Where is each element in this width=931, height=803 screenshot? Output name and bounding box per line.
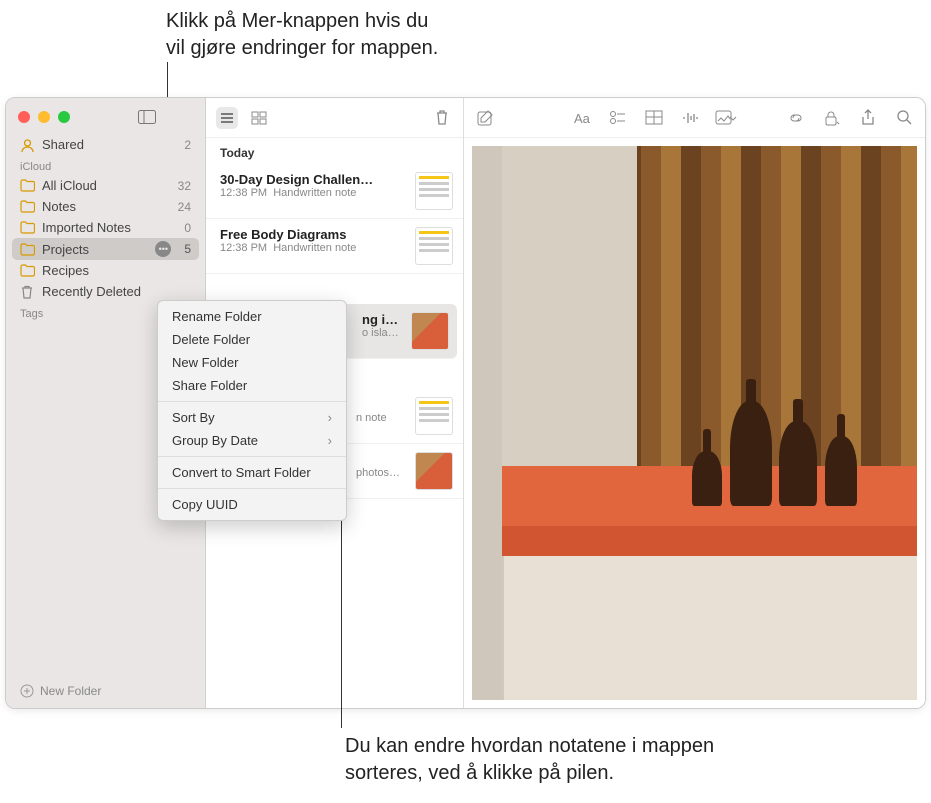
menu-separator [158,488,346,489]
search-button[interactable] [893,107,915,129]
note-content-pane: Aa [464,98,925,708]
sidebar-item-count: 32 [178,179,191,193]
lock-button[interactable] [821,107,843,129]
menu-convert-smart[interactable]: Convert to Smart Folder [158,461,346,484]
note-row[interactable]: Free Body Diagrams 12:38 PM Handwritten … [206,219,463,274]
note-thumbnail [411,312,449,350]
checklist-button[interactable] [607,107,629,129]
sidebar-item-recently-deleted[interactable]: Recently Deleted [6,281,205,302]
sidebar-item-label: Recipes [42,263,89,278]
format-button[interactable]: Aa [571,107,593,129]
note-subtitle: 12:38 PM Handwritten note [220,242,407,254]
folder-icon [20,200,35,213]
note-subtitle: photos… [356,467,407,479]
more-button[interactable]: ••• [155,241,171,257]
note-title [356,397,407,412]
menu-group-by-date[interactable]: Group By Date› [158,429,346,452]
link-button[interactable] [785,107,807,129]
menu-rename-folder[interactable]: Rename Folder [158,305,346,328]
notes-window: Shared 2 iCloud All iCloud 32 Notes 24 I… [5,97,926,709]
trash-icon [20,285,35,298]
sidebar-item-label: Recently Deleted [42,284,141,299]
gallery-view-button[interactable] [248,107,270,129]
sidebar-item-projects[interactable]: Projects ••• 5 [12,238,199,260]
folder-icon [20,264,35,277]
note-thumbnail [415,397,453,435]
zoom-window-button[interactable] [58,111,70,123]
note-title [356,452,407,467]
minimize-window-button[interactable] [38,111,50,123]
menu-separator [158,401,346,402]
sidebar-item-count: 2 [184,138,191,152]
note-thumbnail [415,452,453,490]
menu-new-folder[interactable]: New Folder [158,351,346,374]
note-subtitle: n note [356,412,407,424]
close-window-button[interactable] [18,111,30,123]
chevron-right-icon: › [328,410,332,425]
plus-circle-icon [20,684,34,698]
sidebar-item-count: 0 [184,221,191,235]
sidebar-item-label: Projects [42,242,89,257]
table-button[interactable] [643,107,665,129]
media-button[interactable] [715,107,737,129]
menu-delete-folder[interactable]: Delete Folder [158,328,346,351]
note-thumbnail [415,227,453,265]
sidebar-item-label: Notes [42,199,76,214]
folder-icon [20,179,35,192]
menu-share-folder[interactable]: Share Folder [158,374,346,397]
list-toolbar [206,98,463,138]
audio-button[interactable] [679,107,701,129]
menu-copy-uuid[interactable]: Copy UUID [158,493,346,516]
folder-icon [20,243,35,256]
note-row[interactable]: 30-Day Design Challen… 12:38 PM Handwrit… [206,164,463,219]
delete-note-button[interactable] [431,107,453,129]
new-folder-label: New Folder [40,684,101,698]
callout-top: Klikk på Mer-knappen hvis duvil gjøre en… [166,8,438,62]
note-title: Free Body Diagrams [220,227,407,242]
sidebar-item-label: Shared [42,137,84,152]
sidebar-toggle-icon[interactable] [138,110,156,124]
sidebar-item-shared[interactable]: Shared 2 [6,134,205,155]
content-toolbar: Aa [464,98,925,138]
sidebar-item-imported[interactable]: Imported Notes 0 [6,217,205,238]
svg-text:Aa: Aa [574,111,591,126]
note-thumbnail [415,172,453,210]
note-image [472,146,917,700]
sidebar-item-notes[interactable]: Notes 24 [6,196,205,217]
note-title: 30-Day Design Challen… [220,172,407,187]
list-section-header: Today [206,138,463,164]
callout-bottom: Du kan endre hvordan notatene i mappenso… [345,733,714,787]
note-subtitle: o island… [362,327,403,339]
menu-sort-by[interactable]: Sort By› [158,406,346,429]
note-title: ng ideas [362,312,403,327]
new-folder-button[interactable]: New Folder [6,674,205,708]
note-body[interactable] [464,138,925,708]
note-subtitle: 12:38 PM Handwritten note [220,187,407,199]
folder-icon [20,221,35,234]
window-controls [6,104,205,134]
sidebar-item-recipes[interactable]: Recipes [6,260,205,281]
shared-icon [20,138,35,151]
list-view-button[interactable] [216,107,238,129]
sidebar-item-label: Imported Notes [42,220,131,235]
sidebar-item-all-icloud[interactable]: All iCloud 32 [6,175,205,196]
menu-separator [158,456,346,457]
sidebar-item-label: All iCloud [42,178,97,193]
compose-button[interactable] [474,107,496,129]
sidebar-item-count: 24 [178,200,191,214]
share-button[interactable] [857,107,879,129]
sidebar-section-icloud: iCloud [6,155,205,175]
folder-context-menu: Rename Folder Delete Folder New Folder S… [157,300,347,521]
sidebar-item-count: 5 [184,242,191,256]
chevron-right-icon: › [328,433,332,448]
